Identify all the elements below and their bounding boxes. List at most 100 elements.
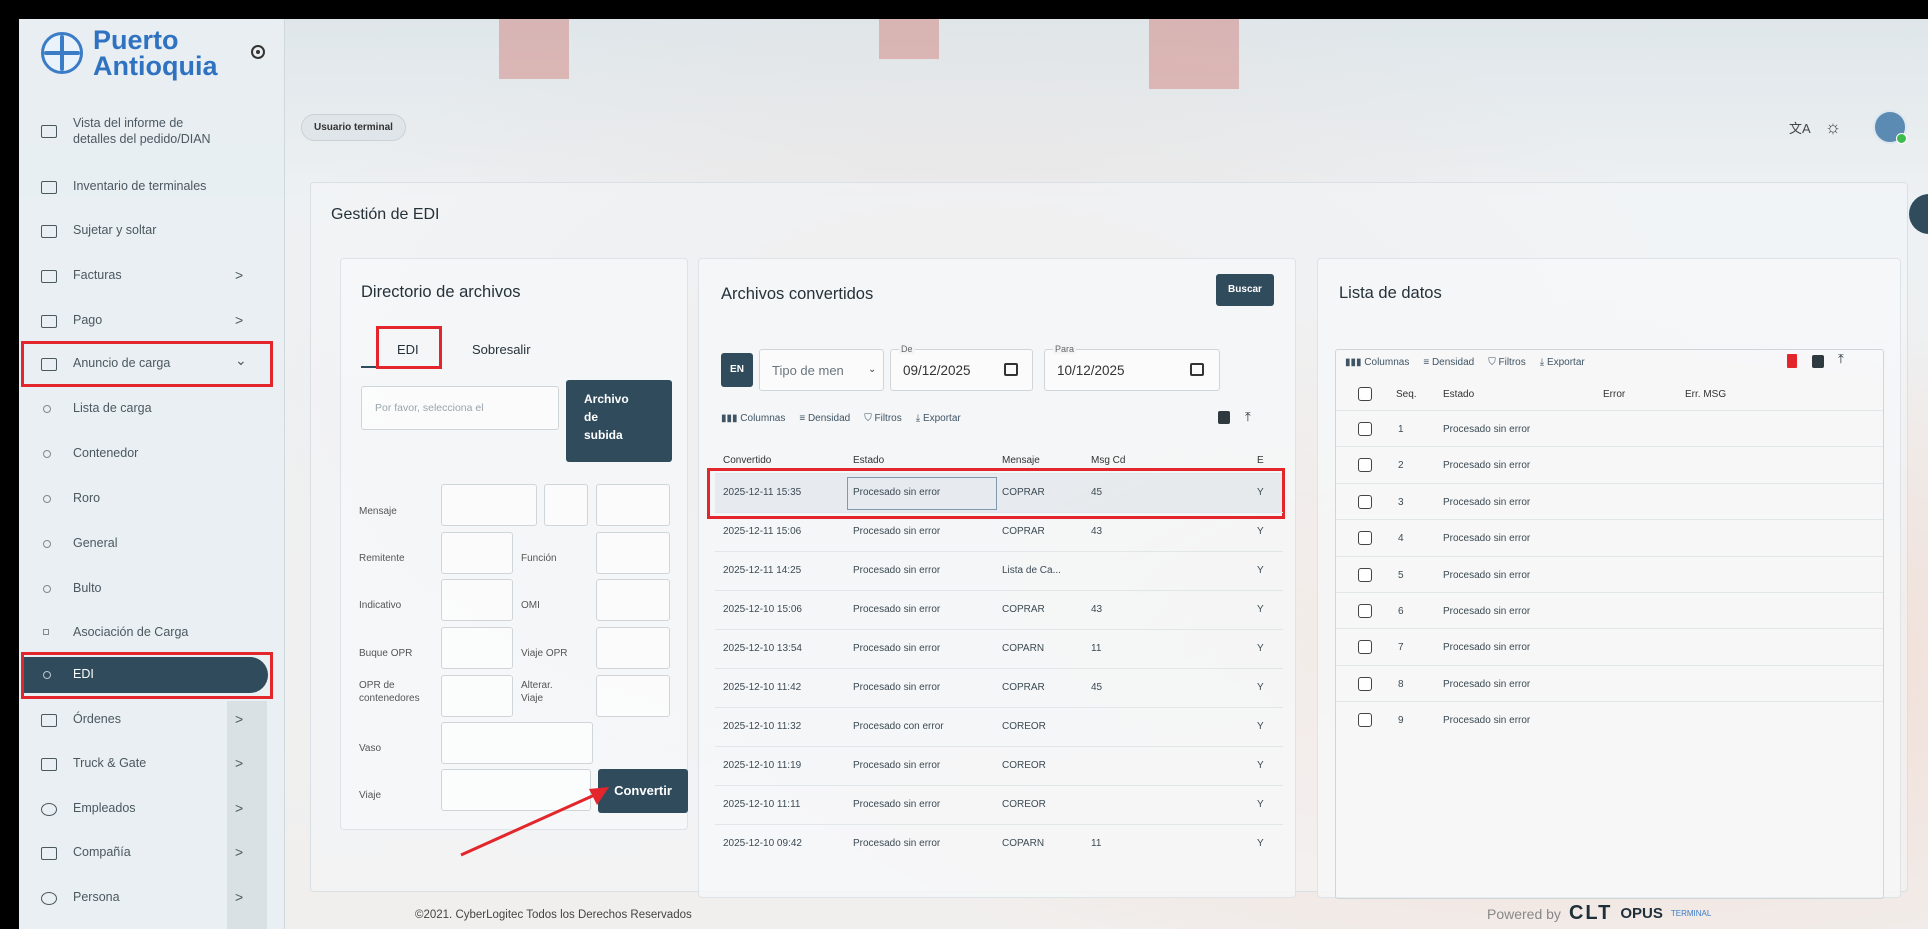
role-chip[interactable]: Usuario terminal (301, 114, 406, 141)
calendar-icon[interactable] (1004, 363, 1018, 376)
table-row[interactable]: 2025-12-10 09:42 Procesado sin error COPAR… (715, 824, 1283, 863)
to-date-input[interactable]: Para 10/12/2025 (1044, 344, 1220, 391)
orders-icon (41, 714, 57, 727)
table-cell: Y (1257, 838, 1264, 849)
table-row[interactable]: 7 Procesado sin error (1336, 628, 1883, 664)
export-button[interactable]: ⤓ Exportar (1540, 357, 1585, 368)
column-header[interactable]: Estado (853, 455, 884, 466)
buque-opr-input[interactable] (441, 627, 513, 669)
table-row[interactable]: 2025-12-10 11:42 Procesado sin error COPRA… (715, 668, 1283, 707)
table-row[interactable]: 2025-12-11 14:25 Procesado sin error Lista… (715, 551, 1283, 590)
file-select-input[interactable]: Por favor, selecciona el (361, 386, 559, 430)
table-row[interactable]: 2025-12-10 11:32 Procesado con error COREO… (715, 707, 1283, 746)
alterar-viaje-input[interactable] (596, 675, 670, 717)
table-row[interactable]: 2025-12-11 15:35 Procesado sin error COPRA… (707, 468, 1285, 519)
table-row[interactable]: 2025-12-10 11:11 Procesado sin error COREO… (715, 785, 1283, 824)
column-header[interactable]: Error (1603, 389, 1625, 400)
density-button[interactable]: ≡ Densidad (1423, 357, 1474, 368)
table-row[interactable]: 2 Procesado sin error (1336, 446, 1883, 482)
table-row[interactable]: 2025-12-10 11:19 Procesado sin error COREO… (715, 746, 1283, 785)
row-checkbox[interactable] (1358, 604, 1372, 618)
theme-icon[interactable]: ☼ (1825, 117, 1842, 138)
table-cell: Procesado sin error (1443, 715, 1531, 727)
mensaje-input[interactable] (441, 484, 537, 526)
panel-title: Lista de datos (1339, 284, 1442, 302)
table-cell: Procesado sin error (1443, 533, 1531, 545)
mensaje-input-2[interactable] (544, 484, 588, 526)
table-row[interactable]: 4 Procesado sin error (1336, 519, 1883, 555)
table-cell: 2025-12-10 13:54 (723, 643, 802, 654)
columns-button[interactable]: ▮▮▮ Columnas (1345, 357, 1409, 368)
row-checkbox[interactable] (1358, 640, 1372, 655)
app-logo[interactable]: Puerto Antioquia (41, 27, 217, 80)
table-cell: Y (1257, 643, 1264, 654)
tab-sobresalir[interactable]: Sobresalir (472, 342, 531, 357)
upload-label-1: Archivo (584, 392, 629, 406)
column-header[interactable]: Err. MSG (1685, 389, 1726, 400)
language-button[interactable]: EN (721, 353, 753, 387)
column-header[interactable]: Seq. (1396, 389, 1417, 400)
toolbar-label: Columnas (740, 413, 786, 424)
sidebar-toggle-icon[interactable] (251, 45, 265, 59)
indicativo-input[interactable] (441, 579, 513, 621)
chevron-right-icon: > (235, 267, 244, 283)
remitente-input[interactable] (441, 532, 513, 574)
table-row[interactable]: 2025-12-10 13:54 Procesado sin error COPAR… (715, 629, 1283, 668)
sidebar-item-label: Sujetar y soltar (73, 223, 157, 237)
density-button[interactable]: ≡ Densidad (799, 413, 850, 424)
upload-file-button[interactable]: Archivo de subida (566, 380, 672, 462)
column-header[interactable]: Estado (1443, 389, 1474, 400)
row-checkbox[interactable] (1358, 567, 1372, 582)
table-cell: 2025-12-10 11:11 (723, 799, 801, 810)
filters-button[interactable]: ⛉ Filtros (1488, 357, 1526, 368)
message-type-select[interactable]: Tipo de men ⌄ (759, 349, 884, 391)
avatar[interactable] (1873, 110, 1907, 144)
select-all-checkbox[interactable] (1358, 387, 1372, 401)
table-row[interactable]: 2025-12-10 15:06 Procesado sin error COPRA… (715, 590, 1283, 629)
table-row[interactable]: 1 Procesado sin error (1336, 410, 1883, 446)
row-checkbox[interactable] (1358, 676, 1372, 691)
delete-icon[interactable] (1787, 354, 1797, 368)
omi-input[interactable] (596, 579, 670, 621)
export-button[interactable]: ⤓ Exportar (916, 413, 961, 424)
column-header[interactable]: Convertido (723, 455, 771, 466)
toolbar-label: Filtros (874, 413, 902, 424)
table-row[interactable]: 8 Procesado sin error (1336, 664, 1883, 701)
row-checkbox[interactable] (1358, 494, 1372, 509)
calendar-icon[interactable] (1190, 363, 1204, 376)
save-icon[interactable] (1218, 411, 1230, 424)
save-icon[interactable] (1812, 355, 1824, 368)
upload-icon[interactable]: ⤒ (1245, 409, 1251, 425)
translate-icon[interactable]: 文A (1789, 118, 1811, 137)
from-date-input[interactable]: De 09/12/2025 (890, 344, 1033, 391)
funcion-input[interactable] (596, 532, 670, 574)
column-header[interactable]: Msg Cd (1091, 455, 1125, 466)
label-funcion: Función (521, 553, 557, 564)
row-checkbox[interactable] (1358, 713, 1372, 728)
table-cell: Procesado sin error (853, 682, 941, 693)
mensaje-input-3[interactable] (596, 484, 670, 526)
chevron-right-icon: > (235, 711, 244, 727)
table-cell: 2025-12-10 15:06 (723, 604, 802, 615)
filters-button[interactable]: ⛉ Filtros (864, 413, 902, 424)
row-checkbox[interactable] (1358, 458, 1372, 473)
table-row[interactable]: 3 Procesado sin error (1336, 482, 1883, 519)
columns-button[interactable]: ▮▮▮ Columnas (721, 413, 785, 424)
table-cell: Procesado sin error (1443, 606, 1531, 617)
table-cell: 7 (1398, 642, 1404, 654)
table-row[interactable]: 5 Procesado sin error (1336, 555, 1883, 592)
opr-contenedores-input[interactable] (441, 675, 513, 717)
upload-icon[interactable]: ⤒ (1838, 351, 1844, 367)
table-row[interactable]: 9 Procesado sin error (1336, 701, 1883, 737)
column-header[interactable]: E (1257, 455, 1264, 466)
table-row[interactable]: 2025-12-11 15:06 Procesado sin error COPRA… (715, 512, 1283, 551)
viaje-opr-input[interactable] (596, 627, 670, 669)
scrollbar-track[interactable] (227, 701, 267, 929)
search-button[interactable]: Buscar (1216, 274, 1274, 306)
row-checkbox[interactable] (1358, 422, 1372, 436)
column-header[interactable]: Mensaje (1002, 455, 1040, 466)
row-checkbox[interactable] (1358, 531, 1372, 546)
vaso-input[interactable] (441, 722, 593, 764)
sidebar-item-order-report[interactable]: Vista del informe de detalles del pedido… (19, 113, 285, 149)
table-row[interactable]: 6 Procesado sin error (1336, 592, 1883, 628)
